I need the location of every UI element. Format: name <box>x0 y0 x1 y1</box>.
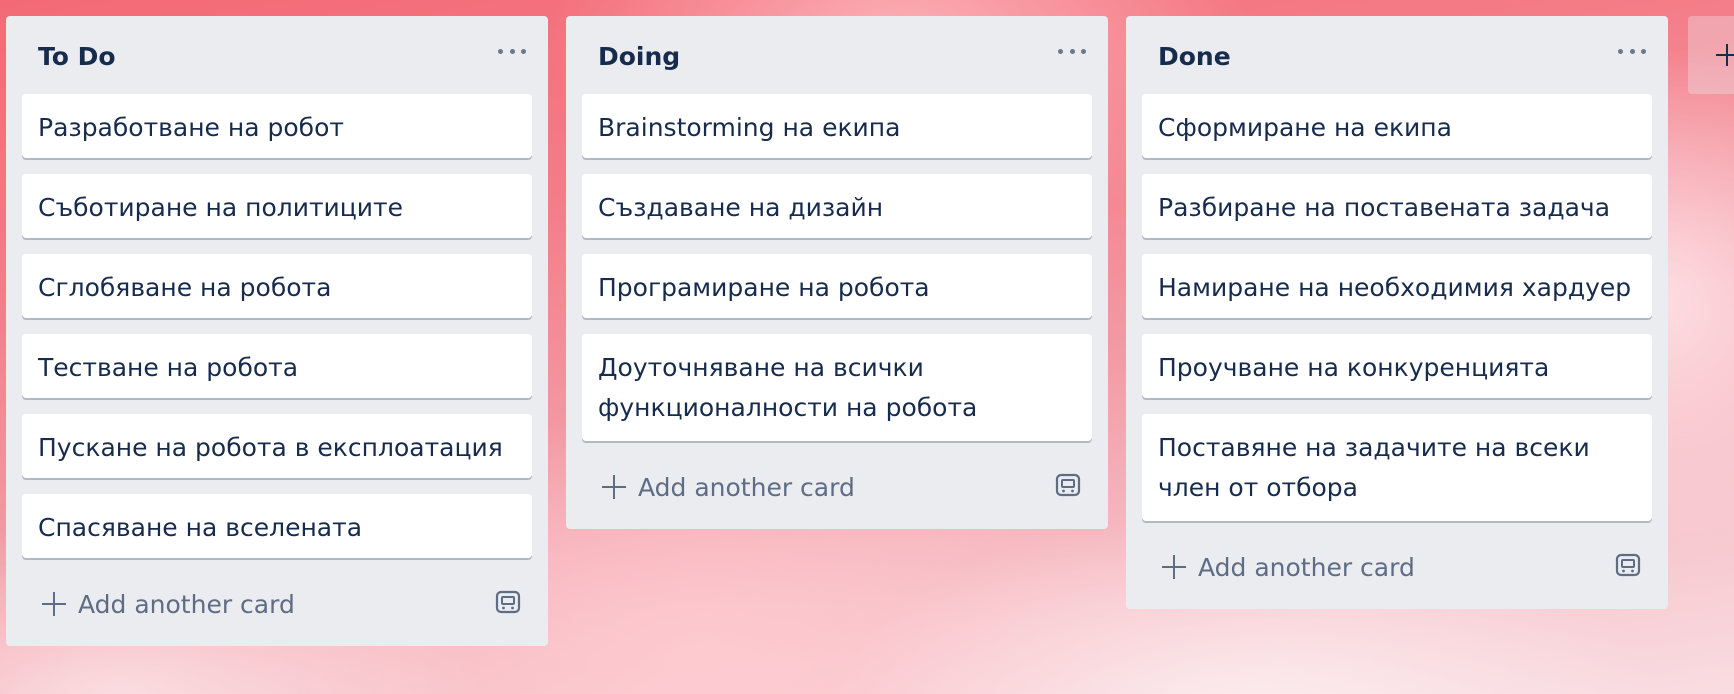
card-composer: Add another card <box>6 574 548 640</box>
add-list-button[interactable] <box>1688 16 1734 94</box>
list-to-do: To Do Разработване на робот Съботиране н… <box>6 16 548 646</box>
list-done: Done Сформиране на екипа Разбиране на по… <box>1126 16 1668 609</box>
card[interactable]: Разработване на робот <box>22 94 532 158</box>
card[interactable]: Програмиране на робота <box>582 254 1092 318</box>
add-card-label: Add another card <box>638 472 855 502</box>
card[interactable]: Проучване на конкуренцията <box>1142 334 1652 398</box>
card-composer: Add another card <box>566 457 1108 523</box>
list-menu-icon[interactable] <box>1618 44 1646 58</box>
list-menu-icon[interactable] <box>498 44 526 58</box>
card[interactable]: Съботиране на политиците <box>22 174 532 238</box>
card[interactable]: Създаване на дизайн <box>582 174 1092 238</box>
card-list: Brainstorming на екипа Създаване на диза… <box>566 94 1108 441</box>
card[interactable]: Доуточняване на всички функционалности н… <box>582 334 1092 441</box>
card[interactable]: Brainstorming на екипа <box>582 94 1092 158</box>
card-template-icon[interactable] <box>494 588 522 616</box>
add-card-button[interactable]: Add another card <box>602 467 855 507</box>
plus-icon <box>1162 555 1186 579</box>
card[interactable]: Спасяване на вселената <box>22 494 532 558</box>
add-card-button[interactable]: Add another card <box>1162 547 1415 587</box>
plus-icon <box>602 475 626 499</box>
board-canvas: To Do Разработване на робот Съботиране н… <box>0 0 1734 694</box>
card-template-icon[interactable] <box>1614 551 1642 579</box>
list-title[interactable]: Done <box>1158 42 1231 71</box>
card[interactable]: Пускане на робота в експлоатация <box>22 414 532 478</box>
plus-icon <box>42 592 66 616</box>
list-header: Doing <box>566 16 1108 94</box>
card[interactable]: Сформиране на екипа <box>1142 94 1652 158</box>
list-title[interactable]: Doing <box>598 42 680 71</box>
card-composer: Add another card <box>1126 537 1668 603</box>
list-menu-icon[interactable] <box>1058 44 1086 58</box>
card[interactable]: Намиране на необходимия хардуер <box>1142 254 1652 318</box>
add-card-label: Add another card <box>1198 552 1415 582</box>
card-template-icon[interactable] <box>1054 471 1082 499</box>
card[interactable]: Поставяне на задачите на всеки член от о… <box>1142 414 1652 521</box>
add-card-label: Add another card <box>78 589 295 619</box>
card-list: Разработване на робот Съботиране на поли… <box>6 94 548 558</box>
list-header: To Do <box>6 16 548 94</box>
add-card-button[interactable]: Add another card <box>42 584 295 624</box>
card[interactable]: Разбиране на поставената задача <box>1142 174 1652 238</box>
list-header: Done <box>1126 16 1668 94</box>
plus-icon <box>1716 44 1734 66</box>
list-doing: Doing Brainstorming на екипа Създаване н… <box>566 16 1108 529</box>
card-list: Сформиране на екипа Разбиране на поставе… <box>1126 94 1668 521</box>
list-title[interactable]: To Do <box>38 42 116 71</box>
card[interactable]: Тестване на робота <box>22 334 532 398</box>
card[interactable]: Сглобяване на робота <box>22 254 532 318</box>
